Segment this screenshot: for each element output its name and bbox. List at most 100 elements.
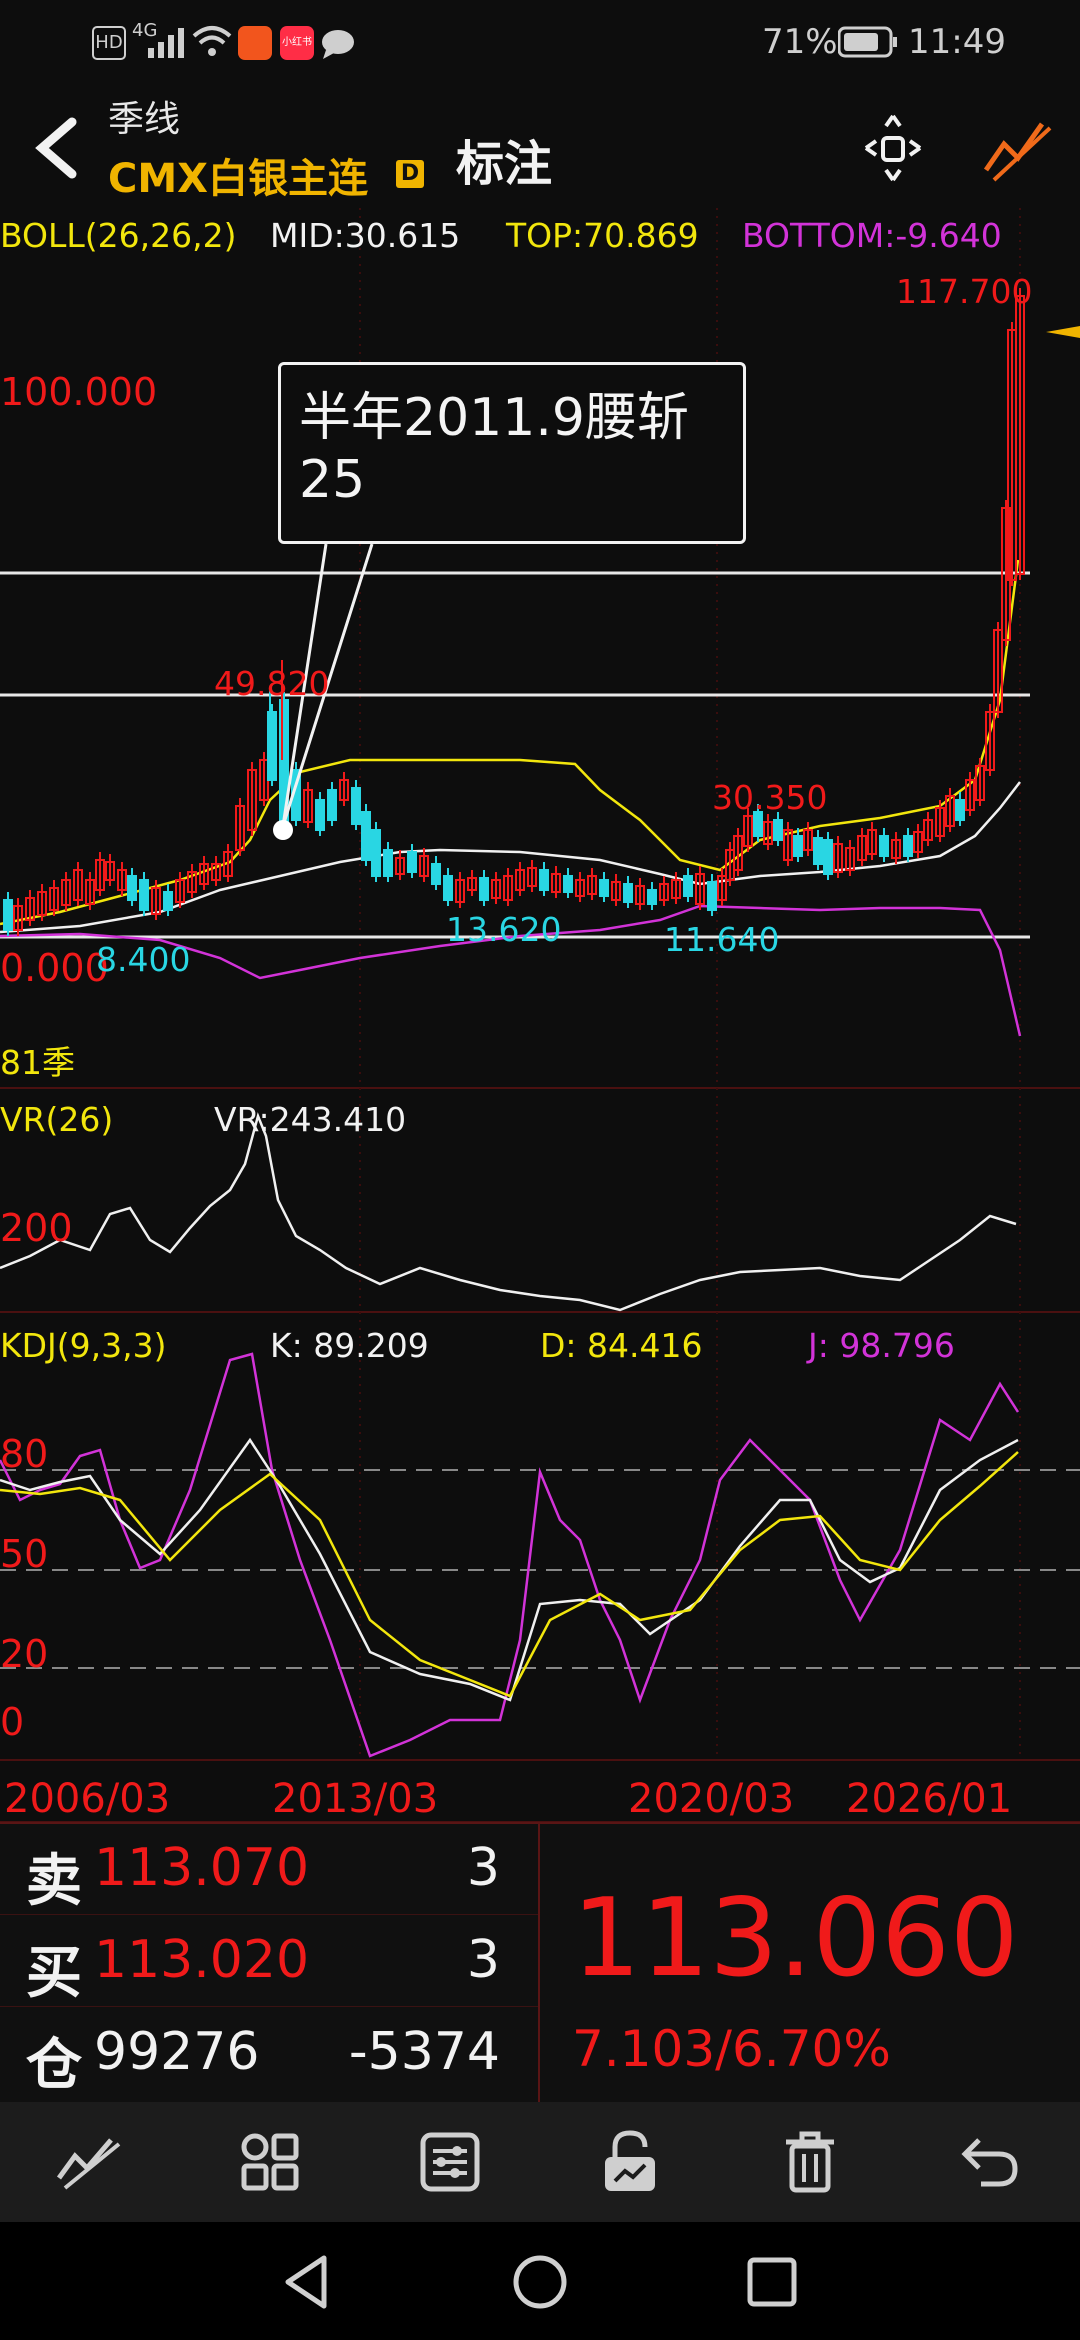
period-label: 季线: [108, 99, 181, 140]
back-arrow-icon: [35, 117, 77, 179]
price-label-49: 49.820: [214, 664, 330, 703]
open-interest-row: 仓 99276 -5374: [0, 2006, 540, 2098]
chat-icon: [320, 28, 356, 64]
layout-button[interactable]: [180, 2102, 360, 2222]
price-label-13: 13.620: [446, 910, 562, 949]
page-title: 标注: [456, 136, 553, 192]
clock: 11:49: [908, 22, 1006, 62]
kdj-d-line: [0, 1451, 1019, 1698]
back-button[interactable]: [20, 112, 90, 182]
draw-line-icon: [56, 2138, 121, 2190]
oi-change: -5374: [348, 2022, 500, 2082]
candle: [955, 799, 965, 821]
bid-price: 113.020: [94, 1930, 310, 1990]
candle: [407, 851, 417, 873]
candle: [139, 879, 149, 911]
annotation-box[interactable]: 半年2011.9腰斩25: [278, 362, 746, 544]
draw-line-icon: [983, 122, 1052, 182]
y-axis-0: 0.000: [0, 946, 109, 990]
candle: [683, 875, 693, 897]
candle: [599, 879, 609, 897]
boll-label: BOLL(26,26,2): [0, 216, 237, 255]
candle: [431, 863, 441, 885]
candle: [903, 835, 913, 857]
nav-home-button[interactable]: [510, 2252, 570, 2312]
y-axis-100: 100.000: [0, 370, 158, 414]
battery-icon: [837, 26, 898, 62]
wifi-icon: [192, 24, 232, 62]
ask-price: 113.070: [94, 1838, 310, 1898]
candle: [773, 819, 783, 841]
battery-percent: 71%: [762, 22, 838, 62]
undo-button[interactable]: [900, 2102, 1080, 2222]
settings-button[interactable]: [360, 2102, 540, 2222]
candle: [623, 883, 633, 903]
ask-row[interactable]: 卖 113.070 3: [0, 1822, 540, 1915]
price-label-8: 8.400: [96, 940, 191, 979]
candle: [163, 891, 173, 911]
candle: [315, 799, 325, 831]
bid-row[interactable]: 买 113.020 3: [0, 1914, 540, 2007]
x-axis-label: 2006/03: [4, 1776, 171, 1822]
oi-label: 仓: [26, 2033, 82, 2098]
candle: [443, 875, 453, 901]
grid-icon: [241, 2133, 299, 2191]
trash-icon: [786, 2131, 834, 2193]
nav-back-button[interactable]: [278, 2252, 338, 2312]
annotation-text: 半年2011.9腰斩25: [299, 388, 689, 510]
bid-qty: 3: [466, 1930, 500, 1990]
vr-value: VR:243.410: [214, 1100, 407, 1139]
candle: [371, 829, 381, 877]
price-change: 7.103/6.70%: [572, 2020, 891, 2078]
system-nav-bar: [0, 2222, 1080, 2340]
square-recents-icon: [747, 2257, 797, 2307]
annotation-anchor: [273, 820, 293, 840]
candle: [383, 849, 393, 877]
price-high-label: 117.700: [896, 272, 1033, 311]
symbol-name[interactable]: CMX白银主连: [108, 146, 368, 204]
price-pointer: [1046, 326, 1080, 338]
candle: [793, 835, 803, 857]
candle: [351, 787, 361, 825]
symbol-badge: D: [396, 160, 424, 188]
triangle-back-icon: [285, 2255, 327, 2309]
header: 季线 CMX白银主连 D 标注: [0, 84, 1080, 208]
x-axis-label: 2013/03: [272, 1776, 439, 1822]
circle-home-icon: [513, 2255, 567, 2309]
xiaohongshu-icon: 小红书: [280, 26, 314, 60]
last-price: 113.060: [572, 1876, 1019, 2001]
candle: [647, 889, 657, 905]
candle: [361, 811, 371, 861]
candle: [823, 839, 833, 875]
delete-button[interactable]: [720, 2102, 900, 2222]
kdj-y-80: 80: [0, 1432, 49, 1476]
price-label-11: 11.640: [664, 920, 780, 959]
screenshot-button[interactable]: [858, 108, 928, 188]
vr-label: VR(26): [0, 1100, 114, 1139]
candle: [479, 877, 489, 901]
kdj-y-0: 0: [0, 1700, 25, 1744]
vr-y-200: 200: [0, 1206, 73, 1250]
candle: [327, 789, 337, 821]
candle: [563, 875, 573, 893]
quote-panel: 卖 113.070 3 买 113.020 3 仓 99276 -5374 11…: [0, 1822, 1080, 2102]
nav-recents-button[interactable]: [742, 2252, 802, 2312]
boll-bottom: BOTTOM:-9.640: [742, 216, 1002, 255]
status-bar: HD 4G 小红书 71% 11:49: [0, 0, 1080, 84]
boll-mid: MID:30.615: [270, 216, 461, 255]
kdj-j: J: 98.796: [808, 1326, 955, 1365]
open-interest: 99276: [94, 2022, 260, 2082]
lock-button[interactable]: [540, 2102, 720, 2222]
vr-line: [0, 1112, 1017, 1312]
drawing-tool-button[interactable]: [982, 112, 1058, 184]
draw-line-button[interactable]: [0, 2102, 180, 2222]
candle: [813, 837, 823, 865]
bid-label: 买: [26, 1941, 82, 2006]
ask-label: 卖: [26, 1849, 82, 1914]
price-label-30: 30.350: [712, 778, 828, 817]
bar-count-label: 81季: [0, 1043, 75, 1082]
kdj-y-50: 50: [0, 1532, 49, 1576]
kdj-y-20: 20: [0, 1632, 49, 1676]
candle: [539, 869, 549, 891]
kdj-label: KDJ(9,3,3): [0, 1326, 167, 1365]
